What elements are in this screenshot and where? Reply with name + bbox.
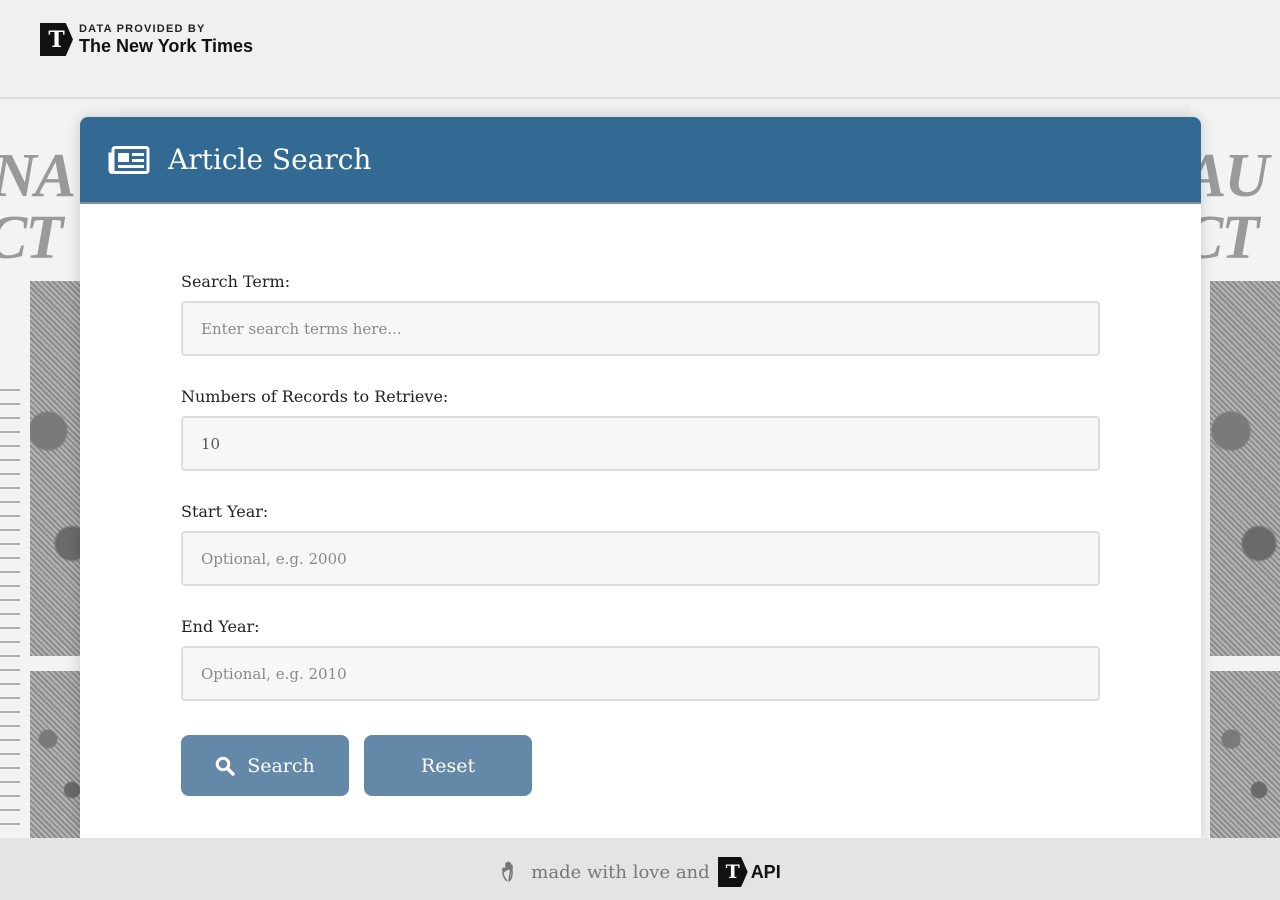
bg-photo-decoration: [1210, 671, 1280, 838]
records-label: Numbers of Records to Retrieve:: [181, 387, 449, 406]
search-button[interactable]: Search: [181, 735, 349, 796]
start-year-input[interactable]: [181, 531, 1100, 586]
top-header: T DATA PROVIDED BY The New York Times: [0, 0, 1280, 99]
search-term-input[interactable]: [181, 301, 1100, 356]
attribution-text: DATA PROVIDED BY The New York Times: [79, 23, 254, 56]
bg-headline-decoration: AU: [1190, 142, 1269, 210]
bg-text-decoration: [0, 381, 20, 831]
search-term-group: Search Term:: [181, 272, 1100, 356]
nyt-attribution[interactable]: T DATA PROVIDED BY The New York Times: [40, 23, 253, 56]
footer-api-label: API: [750, 861, 781, 882]
card-title: Article Search: [168, 143, 372, 176]
attribution-brand-text: The New York Times: [79, 36, 254, 56]
search-term-label: Search Term:: [181, 272, 291, 291]
footer-nyt-api-logo[interactable]: T API: [717, 857, 781, 887]
search-button-label: Search: [247, 754, 315, 777]
search-form: Search Term: Numbers of Records to Retri…: [80, 204, 1201, 796]
end-year-input[interactable]: [181, 646, 1100, 701]
attribution-small-text: DATA PROVIDED BY: [79, 23, 206, 35]
bg-headline-decoration: NA: [0, 142, 76, 210]
records-input[interactable]: [181, 416, 1100, 471]
records-group: Numbers of Records to Retrieve:: [181, 387, 1100, 471]
button-row: Search Reset: [181, 735, 1100, 796]
footer: made with love and T API: [0, 838, 1280, 900]
end-year-label: End Year:: [181, 617, 260, 636]
search-icon: [215, 756, 235, 776]
hand-icon: [502, 861, 514, 882]
start-year-label: Start Year:: [181, 502, 269, 521]
background-newspaper-right: AU CT: [1190, 101, 1280, 838]
reset-button[interactable]: Reset: [364, 735, 532, 796]
nyt-t-logo-icon: T: [717, 857, 748, 887]
reset-button-label: Reset: [420, 754, 476, 777]
footer-text: made with love and: [531, 861, 710, 883]
article-search-card: Article Search Search Term: Numbers of R…: [80, 117, 1201, 838]
newspaper-icon: [108, 145, 150, 174]
card-header: Article Search: [80, 117, 1201, 204]
start-year-group: Start Year:: [181, 502, 1100, 586]
end-year-group: End Year:: [181, 617, 1100, 701]
bg-headline-decoration: CT: [0, 204, 63, 272]
bg-photo-decoration: [1210, 281, 1280, 656]
nyt-t-logo-icon: T: [40, 23, 73, 56]
